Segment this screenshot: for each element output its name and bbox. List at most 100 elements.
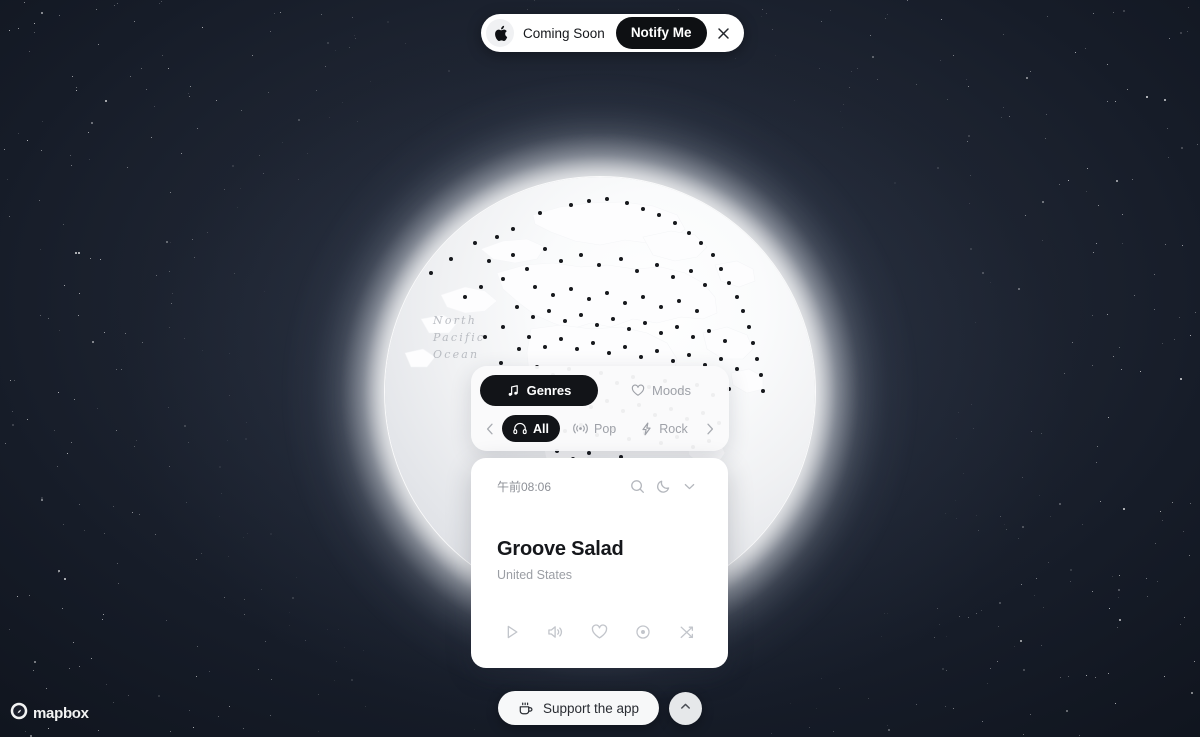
star bbox=[1021, 476, 1023, 478]
star bbox=[1121, 243, 1123, 245]
star bbox=[1093, 12, 1095, 14]
star bbox=[1119, 346, 1121, 348]
star bbox=[1002, 34, 1004, 36]
star bbox=[966, 140, 968, 142]
star bbox=[69, 667, 71, 669]
star bbox=[990, 667, 991, 669]
star bbox=[167, 406, 169, 408]
search-icon[interactable] bbox=[624, 473, 650, 499]
location-pin-icon[interactable] bbox=[628, 618, 658, 646]
star bbox=[1153, 273, 1155, 275]
star bbox=[219, 515, 221, 517]
chevron-down-icon[interactable] bbox=[676, 473, 702, 499]
star bbox=[857, 68, 859, 70]
support-the-app-button[interactable]: Support the app bbox=[497, 691, 660, 725]
star bbox=[1134, 294, 1135, 296]
star bbox=[1040, 645, 1042, 647]
heart-icon[interactable] bbox=[585, 618, 615, 646]
close-icon[interactable] bbox=[707, 16, 741, 50]
star bbox=[1182, 530, 1184, 532]
star bbox=[133, 21, 135, 22]
star bbox=[17, 28, 19, 30]
star bbox=[976, 612, 978, 614]
star bbox=[1039, 494, 1041, 496]
expand-panel-button[interactable] bbox=[669, 691, 703, 725]
star bbox=[192, 727, 194, 729]
star bbox=[61, 607, 63, 609]
coffee-cup-icon bbox=[518, 701, 534, 716]
star bbox=[1167, 127, 1169, 129]
star bbox=[353, 34, 355, 36]
star bbox=[242, 728, 244, 729]
star bbox=[915, 84, 917, 86]
star bbox=[5, 443, 7, 445]
star bbox=[885, 18, 886, 19]
star bbox=[103, 613, 104, 615]
headphones-icon bbox=[513, 422, 527, 435]
star bbox=[66, 452, 68, 454]
star bbox=[27, 418, 28, 420]
star bbox=[151, 137, 152, 139]
star bbox=[169, 191, 171, 193]
star bbox=[1063, 372, 1065, 374]
star bbox=[168, 466, 170, 468]
star bbox=[1035, 578, 1037, 579]
star bbox=[259, 155, 260, 157]
genre-chip-all[interactable]: All bbox=[502, 415, 560, 442]
star bbox=[73, 398, 75, 400]
star bbox=[1140, 371, 1141, 373]
star bbox=[1172, 502, 1174, 504]
star bbox=[973, 427, 975, 429]
star bbox=[1187, 30, 1189, 32]
star bbox=[269, 532, 272, 535]
star bbox=[534, 0, 535, 2]
moon-icon[interactable] bbox=[650, 473, 676, 499]
star bbox=[981, 271, 984, 274]
star bbox=[1041, 433, 1043, 435]
star bbox=[1098, 205, 1100, 207]
star bbox=[969, 175, 971, 176]
star bbox=[1179, 32, 1182, 35]
tab-genres[interactable]: Genres bbox=[480, 375, 598, 406]
genre-next-button[interactable] bbox=[700, 416, 720, 442]
star bbox=[349, 47, 350, 49]
star bbox=[1071, 342, 1073, 343]
play-icon[interactable] bbox=[497, 618, 527, 646]
mapbox-attribution[interactable]: mapbox bbox=[10, 702, 89, 725]
star bbox=[245, 437, 248, 440]
star bbox=[1092, 252, 1094, 253]
star bbox=[27, 140, 29, 142]
star bbox=[775, 54, 776, 56]
star bbox=[170, 242, 172, 244]
star bbox=[90, 122, 93, 125]
star bbox=[848, 87, 850, 89]
star bbox=[1033, 595, 1035, 597]
star bbox=[99, 258, 101, 260]
shuffle-icon[interactable] bbox=[672, 618, 702, 646]
star bbox=[233, 273, 235, 275]
tab-moods[interactable]: Moods bbox=[602, 375, 720, 406]
star bbox=[70, 164, 72, 166]
genre-chip-rock[interactable]: Rock bbox=[629, 415, 698, 442]
apple-icon bbox=[486, 19, 514, 47]
star bbox=[1030, 71, 1031, 73]
heart-icon bbox=[631, 384, 645, 397]
notify-me-button[interactable]: Notify Me bbox=[615, 17, 707, 49]
star bbox=[356, 121, 358, 123]
star bbox=[1168, 37, 1170, 39]
star bbox=[298, 118, 301, 121]
star bbox=[228, 352, 230, 354]
genre-prev-button[interactable] bbox=[480, 416, 500, 442]
genre-chip-pop[interactable]: Pop bbox=[562, 415, 627, 442]
star bbox=[1112, 576, 1114, 578]
star bbox=[1107, 64, 1109, 66]
volume-icon[interactable] bbox=[541, 618, 571, 646]
star bbox=[1096, 242, 1098, 244]
star bbox=[1017, 537, 1019, 539]
star bbox=[829, 10, 831, 12]
star bbox=[967, 135, 970, 138]
star bbox=[124, 333, 126, 334]
star bbox=[974, 321, 976, 323]
star bbox=[1167, 156, 1169, 158]
star bbox=[121, 368, 123, 370]
